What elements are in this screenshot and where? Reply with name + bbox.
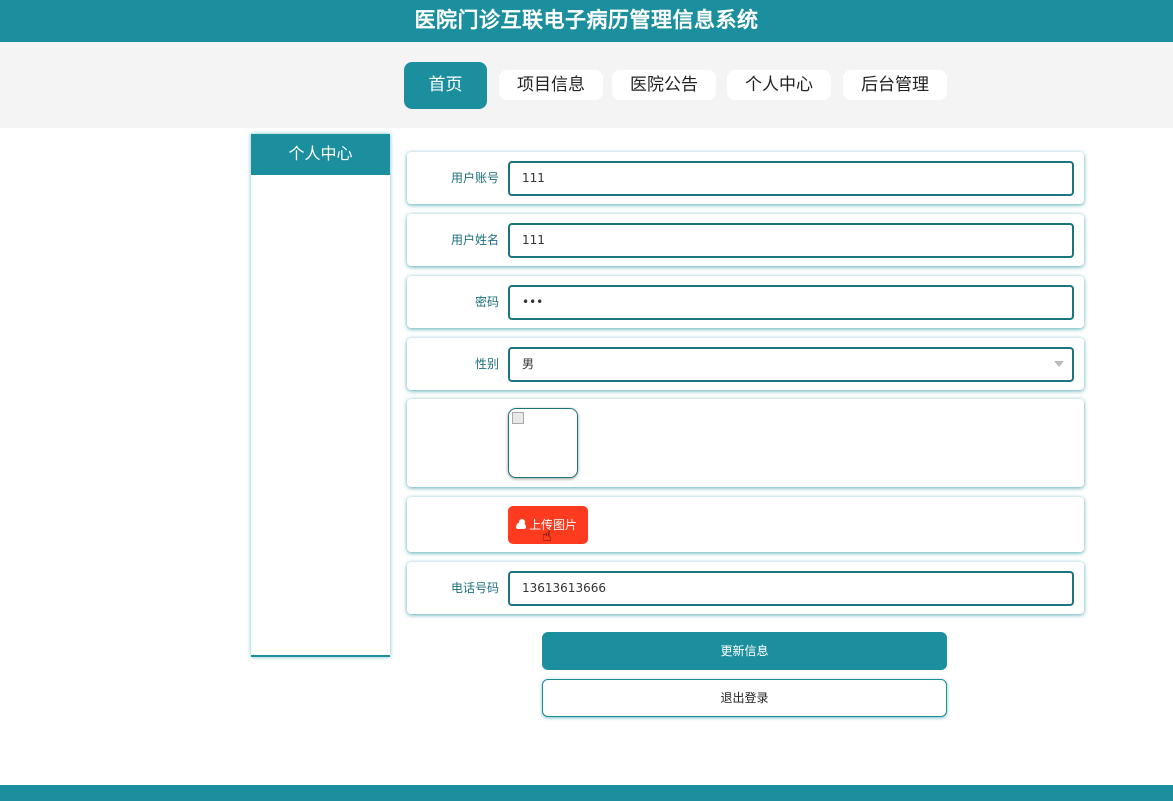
broken-image-icon [512,412,524,424]
account-label: 用户账号 [450,171,499,185]
form-row-password: 密码 ••• [407,276,1084,328]
update-info-button[interactable]: 更新信息 [542,632,947,670]
name-input[interactable]: 111 [508,223,1074,258]
account-input[interactable]: 111 [508,161,1074,196]
gender-label: 性别 [474,357,499,371]
password-input[interactable]: ••• [508,285,1074,320]
chevron-down-icon [1054,361,1064,367]
upload-label: 上传图片 [529,518,578,532]
nav-project-info[interactable]: 项目信息 [499,70,603,100]
nav-hospital-notice[interactable]: 医院公告 [612,70,716,100]
form-row-name: 用户姓名 111 [407,214,1084,266]
name-label: 用户姓名 [450,233,499,247]
hand-pointer-icon: ☝ [542,526,552,545]
gender-select[interactable]: 男 [508,347,1074,382]
form-row-phone: 电话号码 13613613666 [407,562,1084,614]
footer-bar [0,785,1173,801]
app-title: 医院门诊互联电子病历管理信息系统 [0,0,1173,42]
form-row-avatar [407,399,1084,487]
logout-button[interactable]: 退出登录 [542,679,947,717]
nav-home[interactable]: 首页 [404,62,487,109]
sidebar-title[interactable]: 个人中心 [251,134,390,175]
nav-bar: 首页 项目信息 医院公告 个人中心 后台管理 [0,42,1173,128]
password-label: 密码 [474,295,499,309]
phone-input[interactable]: 13613613666 [508,571,1074,606]
nav-personal-center[interactable]: 个人中心 [727,70,831,100]
form-row-account: 用户账号 111 [407,152,1084,204]
gender-select-value: 男 [522,357,535,371]
nav-admin[interactable]: 后台管理 [843,70,947,100]
sidebar: 个人中心 [251,134,390,657]
form-row-gender: 性别 男 [407,338,1084,390]
cloud-upload-icon [516,519,526,529]
form-row-upload: 上传图片 ☝ [407,497,1084,552]
phone-label: 电话号码 [450,581,499,595]
upload-image-button[interactable]: 上传图片 ☝ [508,506,588,544]
avatar-image[interactable] [508,408,578,478]
